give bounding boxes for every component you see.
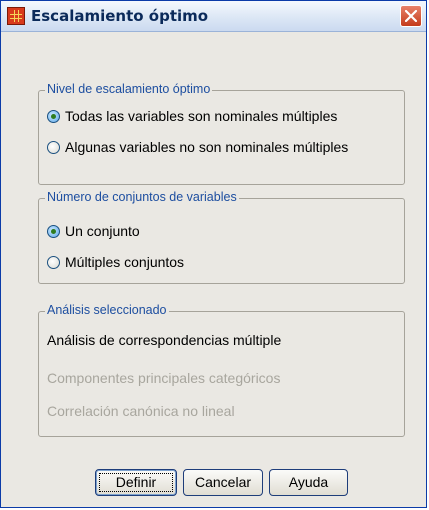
analisis-item-correspondencias: Análisis de correspondencias múltiple [47, 332, 282, 348]
radio-label: Un conjunto [65, 223, 140, 239]
conjuntos-group: Número de conjuntos de variables Un conj… [38, 190, 405, 284]
help-button[interactable]: Ayuda [269, 469, 348, 496]
focus-rectangle [99, 473, 173, 492]
close-button[interactable] [400, 5, 422, 27]
cancel-button[interactable]: Cancelar [183, 469, 263, 496]
nivel-legend: Nivel de escalamiento óptimo [45, 82, 213, 96]
radio-label: Múltiples conjuntos [65, 254, 185, 270]
help-button-label: Ayuda [288, 474, 329, 490]
radio-label: Todas las variables son nominales múltip… [65, 108, 338, 124]
radio-indicator[interactable] [47, 225, 60, 238]
analisis-legend: Análisis seleccionado [45, 303, 169, 317]
radio-indicator[interactable] [47, 141, 60, 154]
radio-indicator[interactable] [47, 256, 60, 269]
analisis-group: Análisis seleccionado Análisis de corres… [38, 303, 405, 437]
dialog-window: Escalamiento óptimo Nivel de escalamient… [0, 0, 427, 508]
analisis-item-componentes: Componentes principales categóricos [47, 370, 281, 386]
title-bar[interactable]: Escalamiento óptimo [1, 1, 426, 32]
nivel-group: Nivel de escalamiento óptimo Todas las v… [38, 82, 405, 185]
close-icon [405, 10, 417, 22]
window-title: Escalamiento óptimo [31, 7, 209, 25]
spss-grid-icon [7, 7, 25, 25]
radio-label: Algunas variables no son nominales múlti… [65, 139, 349, 155]
analisis-item-correlacion: Correlación canónica no lineal [47, 403, 235, 419]
cancel-button-label: Cancelar [194, 474, 252, 490]
radio-indicator[interactable] [47, 110, 60, 123]
define-button[interactable]: Definir [95, 469, 177, 496]
conjuntos-legend: Número de conjuntos de variables [45, 190, 239, 204]
